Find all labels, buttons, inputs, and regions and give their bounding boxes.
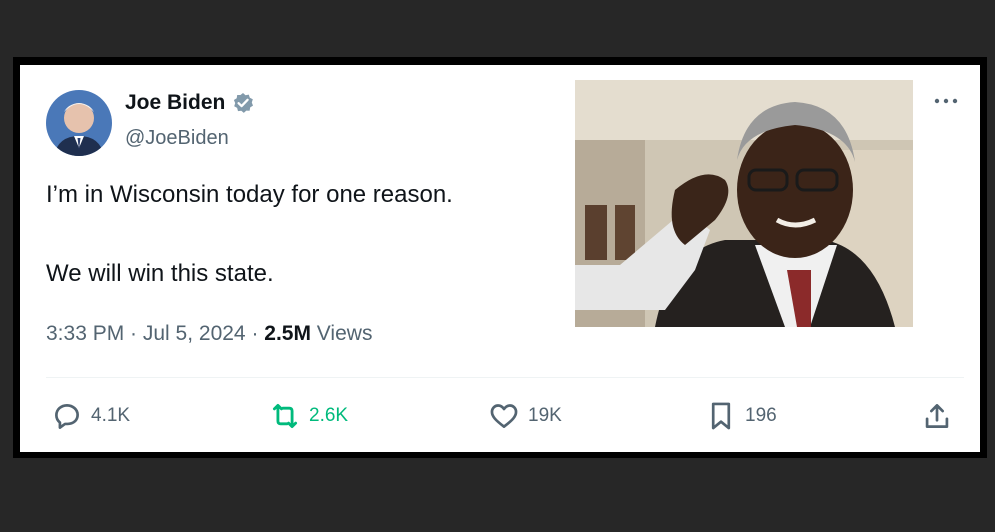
share-button[interactable] xyxy=(920,399,961,433)
like-button[interactable]: 19K xyxy=(487,399,562,433)
tweet-meta: 3:33 PM · Jul 5, 2024 · 2.5M Views xyxy=(46,322,372,346)
avatar[interactable] xyxy=(46,90,112,156)
tweet-text-line-2: We will win this state. xyxy=(46,260,274,287)
views-label: Views xyxy=(310,322,373,345)
reply-icon xyxy=(55,404,79,429)
bookmark-count: 196 xyxy=(745,405,777,426)
reply-count: 4.1K xyxy=(91,405,131,426)
like-count: 19K xyxy=(528,405,562,426)
more-options-icon[interactable] xyxy=(931,91,961,111)
tweet-photo[interactable] xyxy=(575,80,913,327)
verified-badge-icon xyxy=(234,93,254,113)
author-handle[interactable]: @JoeBiden xyxy=(125,127,229,150)
timestamp[interactable]: 3:33 PM · Jul 5, 2024 · xyxy=(46,322,264,345)
tweet-card[interactable]: Joe Biden @JoeBiden I’m in Wisconsin tod… xyxy=(20,65,980,452)
author-name[interactable]: Joe Biden xyxy=(125,91,225,115)
like-icon xyxy=(490,404,518,428)
retweet-button[interactable]: 2.6K xyxy=(268,399,348,433)
tweet-text-line-1: I’m in Wisconsin today for one reason. xyxy=(46,181,453,208)
divider xyxy=(46,377,964,378)
retweet-count: 2.6K xyxy=(309,405,349,426)
retweet-icon xyxy=(272,403,298,429)
bookmark-icon xyxy=(711,402,731,430)
reply-button[interactable]: 4.1K xyxy=(50,399,130,433)
share-icon xyxy=(925,404,949,428)
author-row: Joe Biden xyxy=(125,91,254,115)
views-count: 2.5M xyxy=(264,322,311,345)
bookmark-button[interactable]: 196 xyxy=(704,399,777,433)
